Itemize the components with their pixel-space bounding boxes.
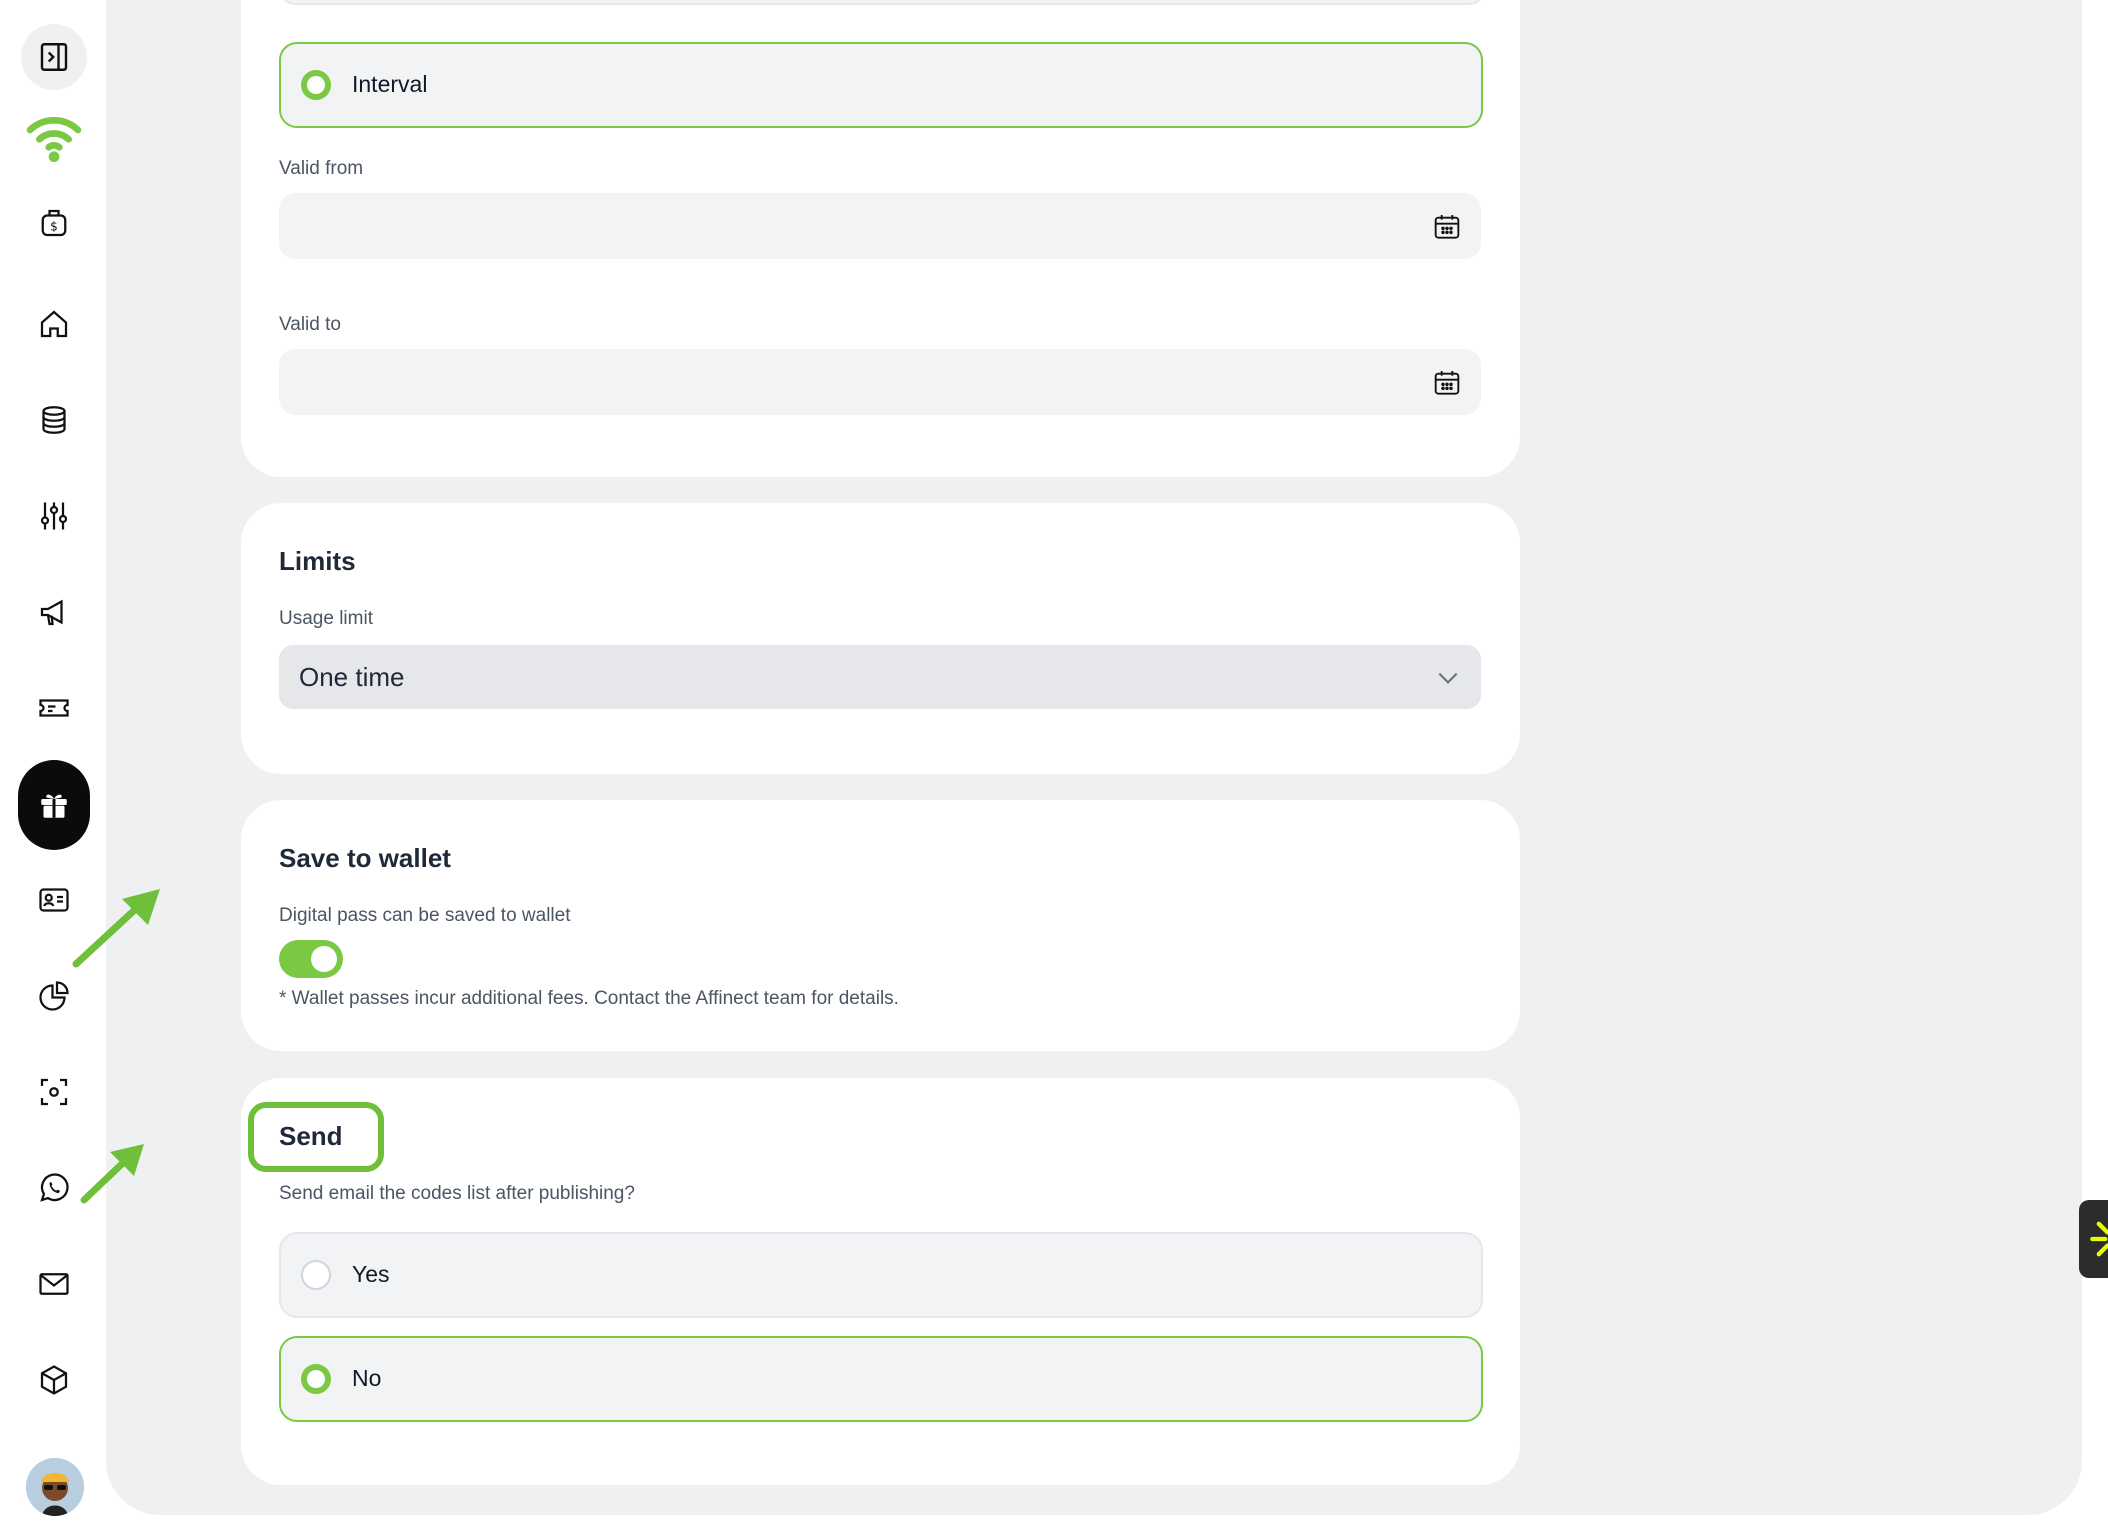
send-question: Send email the codes list after publishi… (279, 1183, 635, 1204)
mail-icon (39, 1273, 69, 1295)
scan-icon (40, 1078, 68, 1106)
send-card: Send Send email the codes list after pub… (241, 1078, 1520, 1485)
limits-title: Limits (279, 546, 356, 576)
wallet-title: Save to wallet (279, 843, 451, 873)
send-option-no[interactable]: No (279, 1336, 1483, 1422)
whatsapp-icon (40, 1173, 69, 1202)
no-label: No (352, 1365, 382, 1391)
nav-analytics[interactable] (22, 964, 86, 1028)
valid-to-label: Valid to (279, 314, 341, 335)
interval-radio[interactable] (301, 70, 331, 100)
usage-limit-select[interactable]: One time (279, 645, 1481, 709)
sidebar-toggle-icon (40, 43, 68, 71)
megaphone-icon (40, 599, 63, 626)
wallet-card: Save to wallet Digital pass can be saved… (241, 800, 1520, 1051)
usage-limit-value: One time (299, 662, 405, 692)
limits-card: Limits Usage limit One time (241, 503, 1520, 774)
annotation-arrow-send (80, 1144, 144, 1204)
pie-chart-icon (39, 981, 69, 1011)
gift-icon (41, 794, 67, 818)
ticket-icon (39, 699, 69, 717)
nav-tickets[interactable] (22, 676, 86, 740)
sidebar-toggle-button[interactable] (21, 24, 87, 90)
yes-label: Yes (352, 1261, 390, 1287)
sidebar: $ (0, 0, 106, 1540)
nav-logo[interactable] (22, 106, 86, 170)
validity-card: Interval Valid from Valid to (241, 0, 1520, 477)
home-icon (40, 310, 68, 338)
interval-label: Interval (352, 71, 428, 97)
calendar-icon[interactable] (1431, 367, 1463, 399)
sparkle-icon (2090, 1221, 2108, 1257)
sliders-icon (40, 502, 68, 530)
calendar-icon[interactable] (1431, 211, 1463, 243)
box-icon (40, 1365, 68, 1395)
nav-campaigns[interactable] (22, 580, 86, 644)
floating-widget[interactable] (2079, 1200, 2108, 1278)
nav-whatsapp[interactable] (22, 1156, 86, 1220)
nav-money[interactable]: $ (22, 191, 86, 255)
previous-option-row[interactable] (279, 0, 1485, 5)
send-option-yes[interactable]: Yes (279, 1232, 1483, 1318)
avatar-image (26, 1458, 84, 1516)
user-avatar[interactable] (26, 1458, 84, 1516)
wallet-toggle-label: Digital pass can be saved to wallet (279, 905, 571, 926)
valid-from-label: Valid from (279, 158, 364, 179)
no-radio[interactable] (301, 1364, 331, 1394)
nav-settings[interactable] (22, 484, 86, 548)
wallet-toggle[interactable] (279, 940, 343, 978)
interval-option[interactable]: Interval (279, 42, 1483, 128)
send-title: Send (279, 1121, 343, 1151)
annotation-arrow-wallet (72, 889, 160, 968)
yes-radio[interactable] (301, 1260, 331, 1290)
chevron-down-icon (1438, 672, 1458, 684)
main-content: Interval Valid from Valid to Limits Usag… (106, 0, 2082, 1515)
wifi-logo-icon (26, 117, 82, 162)
wallet-note: * Wallet passes incur additional fees. C… (279, 988, 899, 1009)
valid-to-field[interactable] (279, 349, 1481, 415)
nav-home[interactable] (22, 292, 86, 356)
toggle-knob (311, 946, 337, 972)
nav-mail[interactable] (22, 1252, 86, 1316)
id-card-icon (39, 888, 69, 912)
nav-database[interactable] (22, 388, 86, 452)
money-bag-icon: $ (41, 209, 67, 237)
nav-scan[interactable] (22, 1060, 86, 1124)
svg-text:$: $ (50, 220, 58, 234)
database-icon (42, 406, 66, 434)
usage-limit-label: Usage limit (279, 608, 373, 629)
nav-gifts[interactable] (18, 760, 90, 850)
nav-products[interactable] (22, 1348, 86, 1412)
valid-from-field[interactable] (279, 193, 1481, 259)
